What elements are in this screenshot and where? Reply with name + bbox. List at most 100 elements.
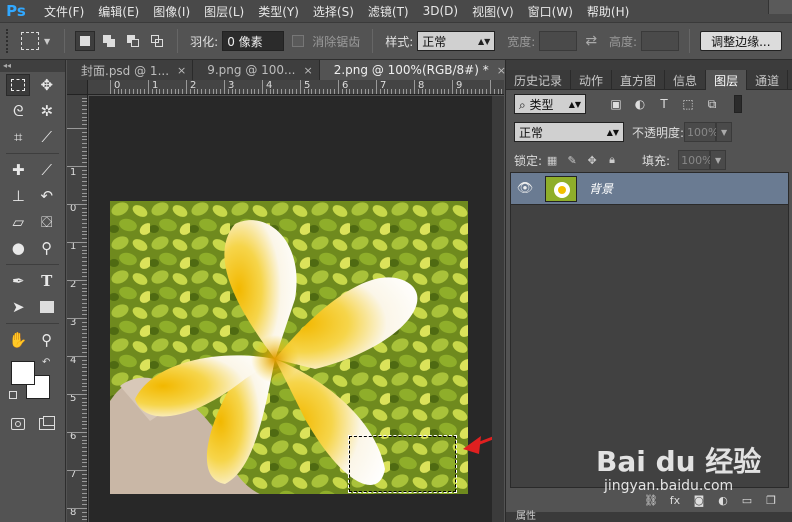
menu-3d[interactable]: 3D(D) [416,4,465,18]
add-mask-icon[interactable]: ◙ [692,493,706,507]
chevron-down-icon[interactable]: ▼ [710,150,727,170]
filter-toggle[interactable] [734,95,742,113]
rect-marquee-icon[interactable] [6,74,31,96]
fill-input[interactable]: 100% [678,150,713,170]
feather-input[interactable]: 0 像素 [222,31,285,51]
layer-background[interactable]: 👁︎ 背景 [511,173,788,205]
type-filter-icon[interactable]: T [657,97,671,111]
canvas-scrollbar[interactable] [492,96,504,522]
document-canvas[interactable] [89,96,504,522]
ruler-tick [82,249,87,251]
eye-icon[interactable]: 👁︎ [511,181,539,196]
add-selection-button[interactable] [99,31,119,51]
tab-histogram[interactable]: 直方图 [612,70,666,90]
fx-icon[interactable]: fx [668,493,682,507]
vertical-ruler[interactable]: 1 0 1 2 3 4 5 6 7 8 [67,95,88,522]
layer-filter-select[interactable]: ⌕ 类型 ▲▼ [514,94,586,114]
path-select-icon[interactable]: ➤ [6,296,30,318]
subtract-selection-button[interactable] [123,31,143,51]
pen-tool-icon[interactable]: ✒ [6,270,30,292]
shape-filter-icon[interactable]: ⬚ [681,97,695,111]
style-select[interactable]: 正常 ▲▼ [417,31,496,51]
new-selection-button[interactable] [75,31,96,51]
eyedropper-icon[interactable]: ⟋ [35,126,59,148]
pixel-filter-icon[interactable]: ▣ [609,97,623,111]
tab-cover-psd[interactable]: 封面.psd @ 1... × [67,60,194,80]
close-icon[interactable]: × [177,64,186,77]
ruler-origin[interactable] [67,80,88,95]
menu-help[interactable]: 帮助(H) [580,3,636,20]
quick-mask-icon[interactable] [6,413,30,435]
window-minimize-button[interactable] [768,0,792,14]
tab-channels[interactable]: 通道 [747,70,789,90]
tab-history[interactable]: 历史记录 [506,70,572,90]
chevron-down-icon[interactable]: ▼ [44,37,50,46]
hand-tool-icon[interactable]: ✋ [6,329,30,351]
menu-file[interactable]: 文件(F) [32,3,91,20]
intersect-selection-button[interactable] [147,31,167,51]
chevron-down-icon[interactable]: ▼ [716,122,733,142]
new-group-icon[interactable]: ▭ [740,493,754,507]
options-grip[interactable] [6,29,10,53]
clone-stamp-icon[interactable]: ⊥ [6,185,30,207]
history-brush-icon[interactable]: ↶ [35,185,59,207]
tab-2-png[interactable]: 2.png @ 100%(RGB/8#) * × [319,60,513,80]
move-tool-icon[interactable]: ✥ [35,74,59,96]
height-input[interactable] [641,31,680,51]
menu-layer[interactable]: 图层(L) [197,3,251,20]
link-layers-icon[interactable]: ⛓ [644,493,658,507]
type-tool-icon[interactable]: T [35,270,59,292]
menu-type[interactable]: 类型(Y) [251,3,306,20]
eraser-tool-icon[interactable]: ▱ [6,211,30,233]
close-icon[interactable]: × [304,64,313,77]
lock-transparency-icon[interactable]: ▦ [546,154,558,167]
baidu-logo: Bai du 经验 [596,445,762,478]
horizontal-ruler[interactable]: 0 1 2 3 4 5 6 7 8 9 [88,80,504,95]
width-input[interactable] [539,31,578,51]
paint-bucket-icon[interactable]: ⛋ [35,211,59,233]
healing-brush-icon[interactable]: ✚ [6,159,30,181]
swap-colors-icon[interactable]: ↶ [42,357,50,368]
lock-position-icon[interactable]: ✥ [586,154,598,167]
menu-window[interactable]: 窗口(W) [521,3,580,20]
ruler-tick [82,135,87,137]
menu-select[interactable]: 选择(S) [306,3,361,20]
default-colors-icon[interactable] [9,391,17,399]
tab-layers[interactable]: 图层 [706,70,748,90]
zoom-tool-icon[interactable]: ⚲ [35,329,59,351]
swap-icon[interactable]: ⇄ [585,33,597,49]
magic-wand-icon[interactable]: ✲ [35,100,59,122]
menu-image[interactable]: 图像(I) [146,3,197,20]
ruler-tick [82,473,87,475]
toolbox-collapse-icon[interactable]: ◂◂ [0,60,65,72]
menu-view[interactable]: 视图(V) [465,3,521,20]
refine-edge-button[interactable]: 调整边缘... [700,31,782,51]
tab-info[interactable]: 信息 [665,70,707,90]
opacity-input[interactable]: 100% [684,122,719,142]
ruler-tick [410,89,412,94]
adjustment-filter-icon[interactable]: ◐ [633,97,647,111]
new-adjustment-icon[interactable]: ◐ [716,493,730,507]
screen-mode-icon[interactable] [35,413,59,435]
blend-mode-select[interactable]: 正常 ▲▼ [514,122,624,142]
smart-object-filter-icon[interactable]: ⧉ [705,97,719,111]
brush-tool-icon[interactable]: ⟋ [35,159,59,181]
foreground-color-swatch[interactable] [11,361,35,385]
menu-filter[interactable]: 滤镜(T) [361,3,416,20]
menu-edit[interactable]: 编辑(E) [91,3,146,20]
new-selection-icon [80,36,91,46]
crop-tool-icon[interactable]: ⌗ [6,126,30,148]
ruler-tick [82,367,87,369]
lasso-tool-icon[interactable]: ᘓ [6,100,30,122]
tab-actions[interactable]: 动作 [571,70,613,90]
lock-all-icon[interactable]: 🔒︎ [606,153,618,166]
dodge-tool-icon[interactable]: ⚲ [35,237,59,259]
blur-tool-icon[interactable]: ● [6,237,30,259]
lock-pixels-icon[interactable]: ✎ [566,154,578,167]
new-layer-icon[interactable]: ❐ [764,493,778,507]
antialias-checkbox[interactable] [292,35,305,47]
rectangle-tool-icon[interactable] [35,296,59,318]
properties-tab[interactable]: 属性 [506,512,792,522]
marquee-preset-icon[interactable] [21,32,39,50]
tab-9-png[interactable]: 9.png @ 100... × [193,60,320,80]
